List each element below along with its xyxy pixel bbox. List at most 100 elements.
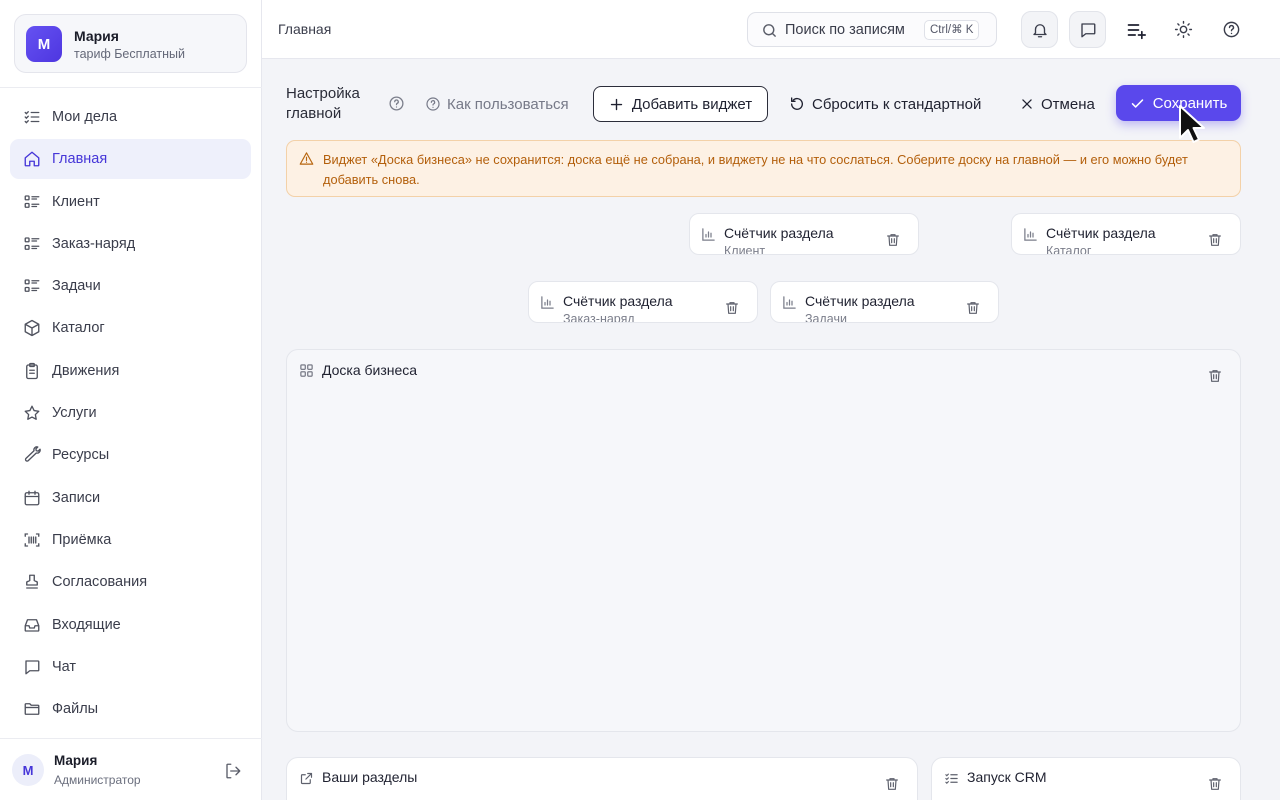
cancel-button[interactable]: Отмена bbox=[1019, 92, 1095, 116]
counter-subtitle: Каталог bbox=[1046, 244, 1092, 255]
add-widget-label: Добавить виджет bbox=[631, 95, 753, 113]
topbar: Главная Поиск по записям Ctrl/⌘ K bbox=[262, 0, 1280, 59]
sidebar-divider bbox=[0, 738, 262, 739]
sidebar-item-appointments[interactable]: Записи bbox=[10, 478, 251, 518]
sidebar-item-label: Мои дела bbox=[52, 109, 118, 125]
list-icon bbox=[22, 276, 42, 296]
folder-icon bbox=[22, 699, 42, 719]
search-input[interactable]: Поиск по записям Ctrl/⌘ K bbox=[747, 12, 997, 47]
business-board-widget[interactable]: Доска бизнеса bbox=[286, 349, 1241, 732]
messages-button[interactable] bbox=[1069, 11, 1106, 48]
sidebar-item-label: Ресурсы bbox=[52, 447, 110, 464]
home-icon bbox=[22, 149, 42, 169]
counter-subtitle: Задачи bbox=[805, 312, 847, 323]
grid-icon bbox=[298, 362, 314, 378]
save-label: Сохранить bbox=[1152, 94, 1228, 112]
star-icon bbox=[22, 403, 42, 423]
page-title: Настройка главной bbox=[286, 84, 360, 124]
sidebar-item-label: Записи bbox=[52, 489, 101, 506]
reset-label: Сбросить к стандартной bbox=[812, 95, 982, 113]
page-title-line: главной bbox=[286, 105, 342, 122]
trash-icon[interactable] bbox=[964, 299, 982, 317]
bar-chart-icon bbox=[781, 294, 797, 310]
counter-title: Счётчик раздела bbox=[1046, 225, 1156, 241]
warning-banner: Виджет «Доска бизнеса» не сохранится: до… bbox=[286, 140, 1241, 197]
sidebar-item-label: Клиент bbox=[52, 193, 100, 210]
bar-chart-icon bbox=[539, 294, 555, 310]
trash-icon[interactable] bbox=[883, 775, 901, 793]
bell-icon bbox=[1031, 21, 1049, 39]
plus-icon bbox=[609, 96, 625, 112]
cancel-label: Отмена bbox=[1041, 95, 1095, 113]
sidebar-item-receiving[interactable]: Приёмка bbox=[10, 520, 251, 560]
list-icon bbox=[22, 192, 42, 212]
counter-widget-tasks[interactable]: Счётчик раздела Задачи bbox=[770, 281, 999, 323]
help-icon bbox=[424, 96, 441, 113]
counter-widget-catalog[interactable]: Счётчик раздела Каталог bbox=[1011, 213, 1241, 255]
reset-to-default-button[interactable]: Сбросить к стандартной bbox=[789, 92, 981, 116]
widget-title: Запуск CRM bbox=[967, 769, 1047, 785]
sidebar-item-work-order[interactable]: Заказ-наряд bbox=[10, 224, 251, 264]
sidebar-item-label: Заказ-наряд bbox=[52, 235, 136, 252]
page-title-line: Настройка bbox=[286, 85, 360, 102]
sidebar-item-tasks[interactable]: Задачи bbox=[10, 266, 251, 306]
search-placeholder: Поиск по записям bbox=[785, 22, 905, 38]
sidebar-item-label: Каталог bbox=[52, 320, 105, 337]
sidebar-item-client[interactable]: Клиент bbox=[10, 182, 251, 222]
sidebar-item-my-tasks[interactable]: Мои дела bbox=[10, 97, 251, 137]
help-icon[interactable] bbox=[387, 94, 405, 112]
widget-title: Доска бизнеса bbox=[322, 362, 418, 378]
help-button[interactable] bbox=[1213, 11, 1250, 48]
avatar: М bbox=[12, 754, 44, 786]
counter-title: Счётчик раздела bbox=[563, 293, 673, 309]
user-name: Мария bbox=[54, 753, 98, 768]
add-widget-button[interactable]: Добавить виджет bbox=[593, 86, 768, 122]
counter-widget-work-order[interactable]: Счётчик раздела Заказ-наряд bbox=[528, 281, 758, 323]
sidebar-item-files[interactable]: Файлы bbox=[10, 689, 251, 729]
account-plan: тариф Бесплатный bbox=[74, 47, 185, 61]
sidebar-item-label: Задачи bbox=[52, 278, 101, 295]
breadcrumb[interactable]: Главная bbox=[278, 21, 331, 37]
warning-icon bbox=[298, 150, 314, 166]
trash-icon[interactable] bbox=[884, 231, 902, 249]
barcode-scan-icon bbox=[22, 530, 42, 550]
sidebar-item-catalog[interactable]: Каталог bbox=[10, 308, 251, 348]
logout-icon[interactable] bbox=[223, 761, 243, 781]
check-icon bbox=[1130, 95, 1146, 111]
sidebar-divider bbox=[0, 87, 262, 88]
sidebar-item-resources[interactable]: Ресурсы bbox=[10, 435, 251, 475]
warning-text: Виджет «Доска бизнеса» не сохранится: до… bbox=[323, 152, 1188, 187]
sidebar-nav: Мои дела Главная Клиент Заказ-наряд Зада… bbox=[10, 97, 251, 731]
your-sections-widget[interactable]: Ваши разделы bbox=[286, 757, 918, 800]
save-button[interactable]: Сохранить bbox=[1116, 85, 1241, 121]
wrench-icon bbox=[22, 445, 42, 465]
calendar-icon bbox=[22, 488, 42, 508]
sidebar-item-services[interactable]: Услуги bbox=[10, 393, 251, 433]
sidebar-item-label: Главная bbox=[52, 151, 108, 168]
counter-widget-client[interactable]: Счётчик раздела Клиент bbox=[689, 213, 919, 255]
trash-icon[interactable] bbox=[1206, 231, 1224, 249]
sidebar-item-inbox[interactable]: Входящие bbox=[10, 605, 251, 645]
task-list-icon bbox=[943, 770, 959, 786]
search-shortcut: Ctrl/⌘ K bbox=[924, 20, 980, 40]
trash-icon[interactable] bbox=[1206, 775, 1224, 793]
crm-launch-widget[interactable]: Запуск CRM bbox=[931, 757, 1241, 800]
account-switcher[interactable]: М Мария тариф Бесплатный bbox=[14, 14, 247, 73]
sun-icon bbox=[1174, 20, 1193, 39]
main-content: Настройка главной Как пользоваться Добав… bbox=[262, 59, 1280, 800]
notifications-button[interactable] bbox=[1021, 11, 1058, 48]
counter-title: Счётчик раздела bbox=[724, 225, 834, 241]
sidebar-item-label: Приёмка bbox=[52, 531, 112, 548]
add-to-list-button[interactable] bbox=[1117, 11, 1154, 48]
theme-toggle-button[interactable] bbox=[1165, 11, 1202, 48]
trash-icon[interactable] bbox=[723, 299, 741, 317]
external-link-icon bbox=[298, 770, 314, 786]
sidebar-item-approvals[interactable]: Согласования bbox=[10, 562, 251, 602]
trash-icon[interactable] bbox=[1206, 367, 1224, 385]
how-to-use-link[interactable]: Как пользоваться bbox=[424, 92, 569, 116]
sidebar-item-movements[interactable]: Движения bbox=[10, 351, 251, 391]
sidebar-item-chat[interactable]: Чат bbox=[10, 647, 251, 687]
sidebar-item-home[interactable]: Главная bbox=[10, 139, 251, 180]
reset-icon bbox=[789, 96, 805, 112]
user-role: Администратор bbox=[54, 773, 141, 787]
